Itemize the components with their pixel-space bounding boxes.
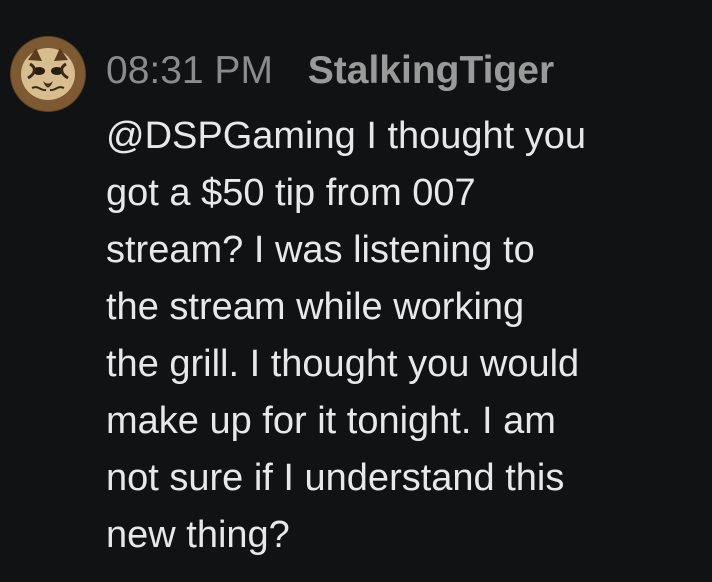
- username[interactable]: StalkingTiger: [308, 49, 554, 92]
- message-line-2: got a $50 tip from 007: [106, 172, 476, 214]
- message-line-5: the grill. I thought you would: [106, 343, 580, 385]
- message-line-8: new thing?: [106, 514, 290, 556]
- message-meta: 08:31 PM StalkingTiger: [106, 47, 554, 95]
- message-line-1: @DSPGaming I thought you: [106, 115, 587, 157]
- chat-message: 08:31 PM StalkingTiger @DSPGaming I thou…: [0, 0, 712, 582]
- message-line-7: not sure if I understand this: [106, 457, 565, 499]
- message-body: @DSPGaming I thought you got a $50 tip f…: [106, 108, 706, 564]
- tiger-avatar-icon: [11, 37, 85, 111]
- message-line-4: the stream while working: [106, 286, 525, 328]
- message-line-6: make up for it tonight. I am: [106, 400, 556, 442]
- message-line-3: stream? I was listening to: [106, 229, 535, 271]
- message-timestamp: 08:31 PM: [106, 49, 273, 92]
- avatar[interactable]: [10, 36, 86, 112]
